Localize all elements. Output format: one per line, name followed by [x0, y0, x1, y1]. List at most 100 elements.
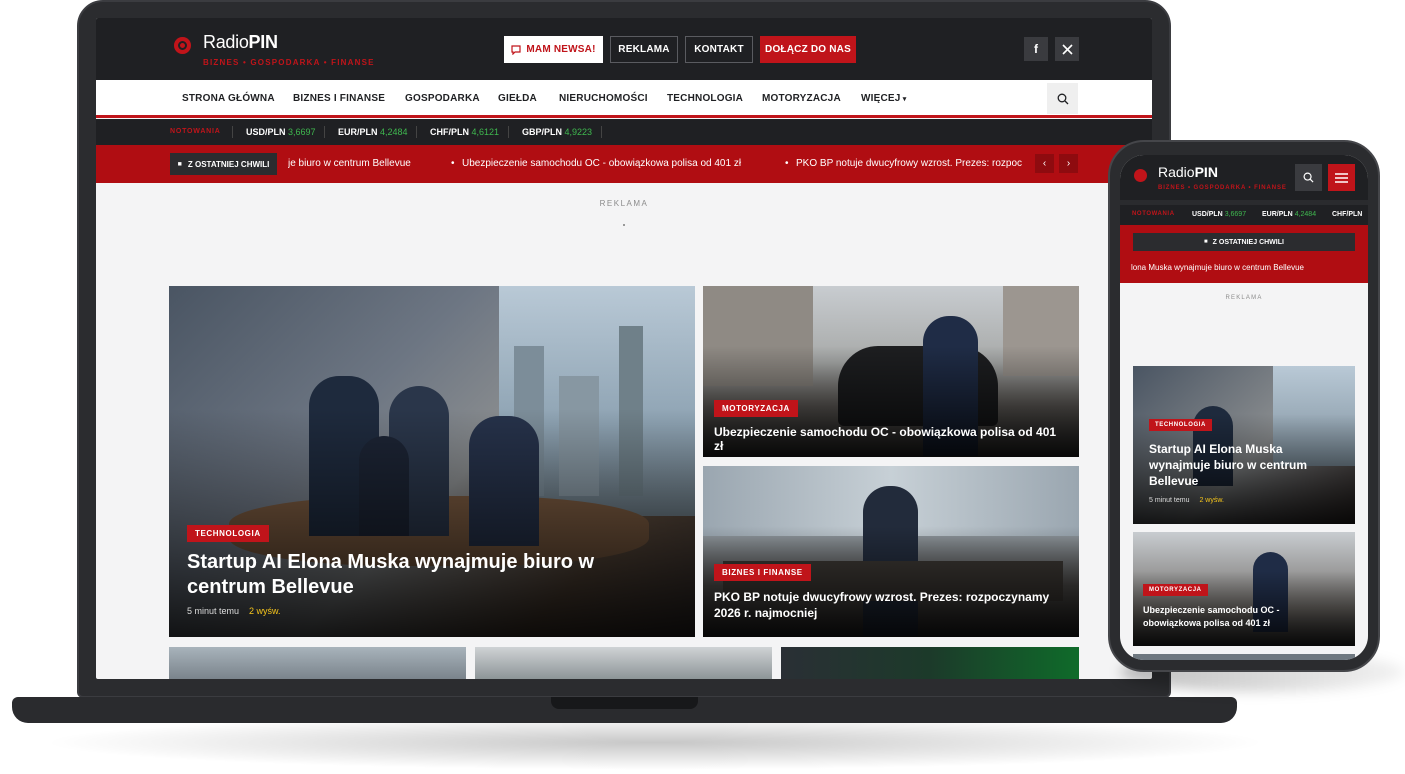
logo-tagline: BIZNES • GOSPODARKA • FINANSE — [203, 58, 375, 67]
logo-bold: PIN — [1194, 164, 1218, 180]
nav-item-more[interactable]: WIĘCEJ ▾ — [861, 93, 906, 104]
search-button[interactable] — [1295, 164, 1322, 191]
nav-item-home[interactable]: STRONA GŁÓWNA — [182, 93, 275, 104]
quote-pair: CHF/PLN — [430, 127, 469, 137]
divider — [232, 126, 233, 138]
caret-down-icon: ▾ — [900, 96, 907, 103]
currency-bar: NOTOWANIA USD/PLN 3,6697 EUR/PLN 4,2484 … — [96, 119, 1152, 145]
category-badge[interactable]: MOTORYZACJA — [1143, 584, 1208, 596]
nav-more-label: WIĘCEJ — [861, 93, 901, 104]
news-tip-button[interactable]: MAM NEWSA! — [504, 36, 603, 63]
nav-item-tech[interactable]: TECHNOLOGIA — [667, 93, 743, 104]
ticker-item[interactable]: PKO BP notuje dwucyfrowy wzrost. Prezes:… — [796, 158, 1022, 169]
phone-header: RadioPIN BIZNES • GOSPODARKA • FINANSE — [1120, 155, 1368, 200]
ticker-label: ■ Z OSTATNIEJ CHWILI — [1133, 233, 1355, 251]
article-meta: 5 minut temu 2 wyśw. — [187, 606, 281, 616]
article-time: 5 minut temu — [1149, 497, 1190, 504]
ticker-bullet: • — [451, 158, 455, 169]
quote-pair: EUR/PLN — [1262, 211, 1293, 218]
ticker-item[interactable]: je biuro w centrum Bellevue — [288, 158, 411, 169]
logo[interactable]: RadioPIN — [1158, 164, 1218, 180]
article-card-thumb[interactable] — [781, 647, 1079, 679]
article-card-thumb[interactable] — [475, 647, 772, 679]
phone-article-card[interactable]: MOTORYZACJA Ubezpieczenie samochodu OC -… — [1133, 532, 1355, 646]
article-title[interactable]: Ubezpieczenie samochodu OC - obowiązkowa… — [1143, 604, 1333, 630]
quote-usd: USD/PLN 3,6697 — [1192, 211, 1246, 218]
quote-value: 4,2484 — [1294, 211, 1317, 218]
logo-icon[interactable] — [1134, 169, 1147, 182]
article-card-business[interactable]: BIZNES I FINANSE PKO BP notuje dwucyfrow… — [703, 466, 1079, 637]
laptop-shadow — [40, 715, 1270, 770]
menu-button[interactable] — [1328, 164, 1355, 191]
quotes-label: NOTOWANIA — [170, 128, 221, 135]
article-title[interactable]: PKO BP notuje dwucyfrowy wzrost. Prezes:… — [714, 589, 1069, 621]
square-icon: ■ — [1204, 239, 1208, 245]
category-badge[interactable]: BIZNES I FINANSE — [714, 564, 811, 581]
hamburger-icon — [1335, 172, 1348, 183]
nav-item-stock[interactable]: GIEŁDA — [498, 93, 537, 104]
quote-usd: USD/PLN 3,6697 — [246, 127, 316, 137]
message-icon — [511, 44, 521, 55]
x-icon[interactable] — [1055, 37, 1079, 61]
quotes-label: NOTOWANIA — [1132, 211, 1175, 217]
featured-article-card[interactable]: TECHNOLOGIA Startup AI Elona Muska wynaj… — [169, 286, 695, 637]
quote-eur: EUR/PLN 4,2484 — [338, 127, 408, 137]
contact-button[interactable]: KONTAKT — [685, 36, 753, 63]
quote-pair: USD/PLN — [246, 127, 286, 137]
quote-value: 3,6697 — [1224, 211, 1247, 218]
article-meta: 5 minut temu 2 wyśw. — [1149, 497, 1224, 504]
ticker-prev-button[interactable]: ‹ — [1035, 154, 1054, 173]
ticker-label-text: Z OSTATNIEJ CHWILI — [187, 159, 270, 169]
article-title[interactable]: Ubezpieczenie samochodu OC - obowiązkowa… — [714, 425, 1064, 453]
article-time: 5 minut temu — [187, 606, 240, 616]
search-icon — [1303, 172, 1314, 183]
quote-pair: USD/PLN — [1192, 211, 1223, 218]
divider — [416, 126, 417, 138]
search-icon — [1057, 93, 1068, 104]
main-nav: STRONA GŁÓWNA BIZNES I FINANSE GOSPODARK… — [96, 80, 1152, 118]
ad-label: REKLAMA — [599, 199, 649, 208]
ticker-label-text: Z OSTATNIEJ CHWILI — [1212, 238, 1284, 246]
nav-item-business[interactable]: BIZNES I FINANSE — [293, 93, 385, 104]
category-badge[interactable]: TECHNOLOGIA — [1149, 419, 1212, 431]
ticker-item[interactable]: lona Muska wynajmuje biuro w centrum Bel… — [1131, 263, 1304, 272]
nav-item-economy[interactable]: GOSPODARKA — [405, 93, 480, 104]
ticker-bullet: • — [785, 158, 789, 169]
article-title[interactable]: Startup AI Elona Muska wynajmuje biuro w… — [187, 550, 657, 600]
quote-value: 4,6121 — [471, 127, 500, 137]
article-views: 2 wyśw. — [249, 606, 281, 616]
article-card-thumb[interactable] — [1133, 654, 1355, 660]
ticker-item[interactable]: Ubezpieczenie samochodu OC - obowiązkowa… — [462, 158, 741, 169]
facebook-icon[interactable]: f — [1024, 37, 1048, 61]
quote-value: 3,6697 — [288, 127, 316, 137]
logo[interactable]: RadioPIN — [203, 32, 278, 53]
nav-item-realestate[interactable]: NIERUCHOMOŚCI — [559, 93, 648, 104]
phone-featured-card[interactable]: TECHNOLOGIA Startup AI Elona Muska wynaj… — [1133, 366, 1355, 524]
ticker-next-button[interactable]: › — [1059, 154, 1078, 173]
quote-pair: EUR/PLN — [338, 127, 378, 137]
ticker-viewport: je biuro w centrum Bellevue • Ubezpiecze… — [288, 145, 1024, 183]
laptop-notch — [551, 697, 698, 709]
join-button[interactable]: DOŁĄCZ DO NAS — [760, 36, 856, 63]
category-badge[interactable]: MOTORYZACJA — [714, 400, 798, 417]
ad-button[interactable]: REKLAMA — [610, 36, 678, 63]
phone-currency-bar: NOTOWANIA USD/PLN 3,6697 EUR/PLN 4,2484 … — [1120, 205, 1368, 225]
article-title[interactable]: Startup AI Elona Muska wynajmuje biuro w… — [1149, 441, 1339, 489]
phone-ticker: ■ Z OSTATNIEJ CHWILI lona Muska wynajmuje… — [1120, 225, 1368, 283]
quote-pair: GBP/PLN — [522, 127, 563, 137]
ad-placeholder — [623, 224, 625, 226]
category-badge[interactable]: TECHNOLOGIA — [187, 525, 269, 542]
ticker-label: ■ Z OSTATNIEJ CHWILI — [170, 153, 277, 175]
news-tip-label: MAM NEWSA! — [526, 44, 596, 55]
divider — [324, 126, 325, 138]
nav-item-moto[interactable]: MOTORYZACJA — [762, 93, 841, 104]
quote-eur: EUR/PLN 4,2484 — [1262, 211, 1316, 218]
logo-icon[interactable] — [174, 37, 191, 54]
logo-light: Radio — [203, 32, 249, 52]
article-card-thumb[interactable] — [169, 647, 466, 679]
article-card-moto[interactable]: MOTORYZACJA Ubezpieczenie samochodu OC -… — [703, 286, 1079, 457]
quote-value: 4,2484 — [380, 127, 408, 137]
search-button[interactable] — [1047, 83, 1078, 114]
site-header: RadioPIN BIZNES • GOSPODARKA • FINANSE M… — [96, 18, 1152, 80]
breaking-news-ticker: ■ Z OSTATNIEJ CHWILI je biuro w centrum B… — [96, 145, 1152, 183]
